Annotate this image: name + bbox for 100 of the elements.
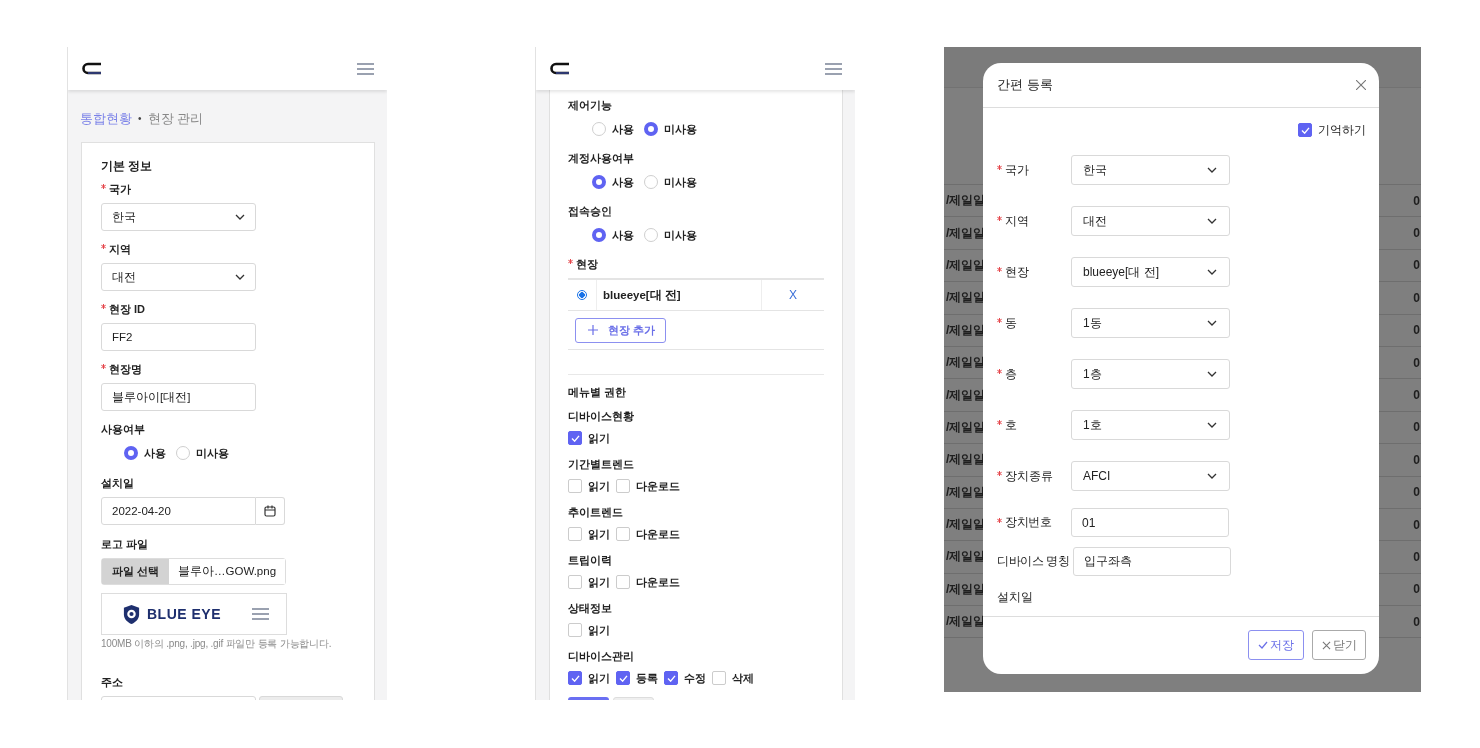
required-mark — [101, 364, 106, 369]
option-label: 미사용 — [664, 174, 697, 190]
field-label: 설치일 — [997, 589, 1033, 606]
breadcrumb-current: 현장 관리 — [147, 111, 204, 127]
radio-button[interactable] — [124, 446, 138, 460]
date-field[interactable]: 2022-04-20 — [101, 497, 256, 525]
dropdown[interactable]: AFCI — [1071, 461, 1230, 491]
field-label: 접속승인 — [568, 204, 612, 219]
remove-link[interactable]: X — [787, 288, 799, 302]
radio-button[interactable] — [644, 122, 658, 136]
field-label: 호 — [1005, 416, 1017, 434]
shield-icon — [122, 603, 141, 625]
table-cell: /제일일 — [946, 580, 986, 598]
dropdown[interactable]: 1층 — [1071, 359, 1230, 389]
table-cell: 0 — [1413, 517, 1420, 532]
field-label: 국가 — [1005, 161, 1029, 179]
checkbox[interactable] — [712, 671, 726, 685]
text-field[interactable]: 입구좌측 — [1072, 547, 1231, 576]
help-text: 100MB 이하의 .png, .jpg, .gif 파일만 등록 가능합니다. — [101, 637, 333, 651]
logo-text: BLUE EYE — [147, 606, 222, 622]
option-label: 읽기 — [588, 670, 610, 686]
checkbox[interactable] — [568, 623, 582, 637]
field-label: 디바이스 명칭 — [997, 553, 1070, 570]
checkbox[interactable] — [568, 671, 582, 685]
dropdown[interactable]: blueeye[대 전] — [1071, 257, 1230, 287]
table-cell: 0 — [1413, 290, 1420, 305]
checkbox[interactable] — [616, 527, 630, 541]
field-label: 계정사용여부 — [568, 151, 634, 166]
section-title: 메뉴별 권한 — [568, 385, 628, 400]
table-cell: 0 — [1413, 355, 1420, 370]
table-cell: blueeye[대 전] — [597, 280, 762, 310]
save-button[interactable]: 저장 — [1248, 630, 1304, 660]
menu-icon[interactable] — [252, 608, 269, 620]
field-label: 추이트렌드 — [568, 505, 623, 520]
dropdown[interactable]: 대전 — [1071, 206, 1230, 236]
dropdown[interactable]: 1호 — [1071, 410, 1230, 440]
chevron-down-icon — [1207, 473, 1217, 479]
option-label: 읽기 — [588, 574, 610, 590]
menu-icon[interactable] — [357, 62, 374, 75]
table-cell: 0 — [1413, 582, 1420, 597]
field-label: 디바이스현황 — [568, 409, 634, 424]
checkbox[interactable] — [616, 575, 630, 589]
text-field[interactable]: 01 — [1071, 508, 1229, 537]
option-label: 미사용 — [196, 445, 229, 461]
logo-icon[interactable] — [548, 62, 570, 75]
required-mark — [101, 184, 106, 189]
text-field[interactable]: 블루아이[대전] — [101, 383, 256, 411]
field-label: 장치종류 — [1005, 467, 1053, 485]
radio-button[interactable] — [577, 290, 587, 300]
text-field[interactable]: FF2 — [101, 323, 256, 351]
option-label: 미사용 — [664, 227, 697, 243]
option-label: 다운로드 — [636, 574, 680, 590]
calendar-button[interactable] — [256, 497, 285, 525]
table-cell: /제일일 — [946, 289, 986, 307]
chevron-down-icon — [1207, 422, 1217, 428]
table-cell: 0 — [1413, 420, 1420, 435]
field-label: 현장명 — [109, 362, 142, 377]
field-label: 주소 — [101, 675, 123, 690]
table-cell: /제일일 — [946, 224, 986, 242]
add-site-button[interactable]: 현장 추가 — [575, 317, 667, 343]
radio-button[interactable] — [592, 175, 606, 189]
close-icon — [1321, 640, 1331, 650]
field-label: 층 — [1005, 365, 1017, 383]
required-mark — [997, 318, 1002, 323]
logo-icon[interactable] — [80, 62, 102, 75]
option-label: 읽기 — [588, 478, 610, 494]
table-cell: /제일일 — [946, 321, 986, 339]
close-button[interactable] — [1356, 80, 1366, 90]
checkbox[interactable] — [1298, 123, 1312, 137]
file-field[interactable]: 파일 선택 블루아…GOW.png — [101, 558, 287, 585]
checkbox[interactable] — [664, 671, 678, 685]
checkbox[interactable] — [568, 431, 582, 445]
checkbox[interactable] — [568, 575, 582, 589]
option-label: 사용 — [612, 174, 634, 190]
checkbox[interactable] — [568, 479, 582, 493]
required-mark — [997, 165, 1002, 170]
table-cell: 0 — [1413, 452, 1420, 467]
dropdown[interactable]: 대전 — [101, 263, 256, 291]
field-label: 상태정보 — [568, 601, 612, 616]
table-cell: 0 — [1413, 193, 1420, 208]
field-label: 제어기능 — [568, 98, 612, 113]
chevron-down-icon — [1207, 167, 1217, 173]
dropdown[interactable]: 1동 — [1071, 308, 1230, 338]
dropdown[interactable]: 한국 — [1071, 155, 1230, 185]
required-mark — [101, 244, 106, 249]
checkbox[interactable] — [616, 479, 630, 493]
table-cell: /제일일 — [946, 516, 986, 534]
checkbox[interactable] — [568, 527, 582, 541]
radio-button[interactable] — [592, 228, 606, 242]
close-button[interactable]: 닫기 — [1312, 630, 1366, 660]
file-select-button[interactable]: 파일 선택 — [102, 559, 170, 584]
field-label: 트립이력 — [568, 553, 612, 568]
chevron-down-icon — [235, 214, 245, 220]
option-label: 읽기 — [588, 430, 610, 446]
table-cell: 0 — [1413, 226, 1420, 241]
dropdown[interactable]: 한국 — [101, 203, 256, 231]
field-label: 현장 — [576, 257, 598, 272]
checkbox[interactable] — [616, 671, 630, 685]
close-icon — [1356, 80, 1366, 90]
menu-icon[interactable] — [825, 62, 842, 75]
